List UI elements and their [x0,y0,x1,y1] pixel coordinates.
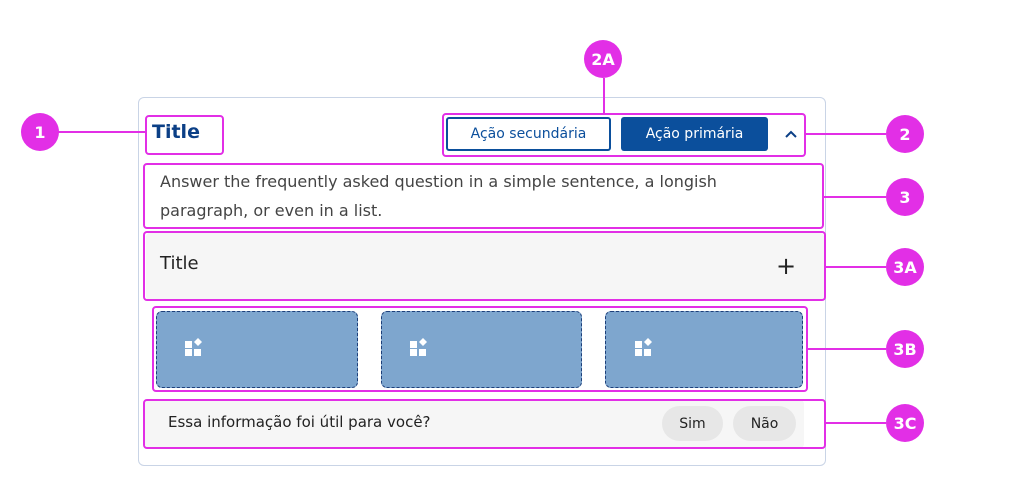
leader-line-2 [806,133,886,135]
leader-line-3a [826,266,886,268]
marker-3b: 3B [886,330,924,368]
marker-2: 2 [886,115,924,153]
annotation-outline-3c [143,399,826,449]
leader-line-3b [808,348,886,350]
marker-3a: 3A [886,248,924,286]
marker-3: 3 [886,178,924,216]
annotation-outline-3 [143,163,824,229]
leader-line-3 [824,196,886,198]
marker-2a: 2A [584,40,622,78]
annotation-outline-3a [143,231,826,301]
leader-line-2a [603,78,605,113]
marker-1: 1 [21,113,59,151]
annotation-outline-3b [152,306,808,392]
annotation-outline-2 [442,113,806,157]
marker-3c: 3C [886,404,924,442]
leader-line-1 [58,131,145,133]
leader-line-3c [826,422,886,424]
annotation-outline-1 [145,115,224,155]
